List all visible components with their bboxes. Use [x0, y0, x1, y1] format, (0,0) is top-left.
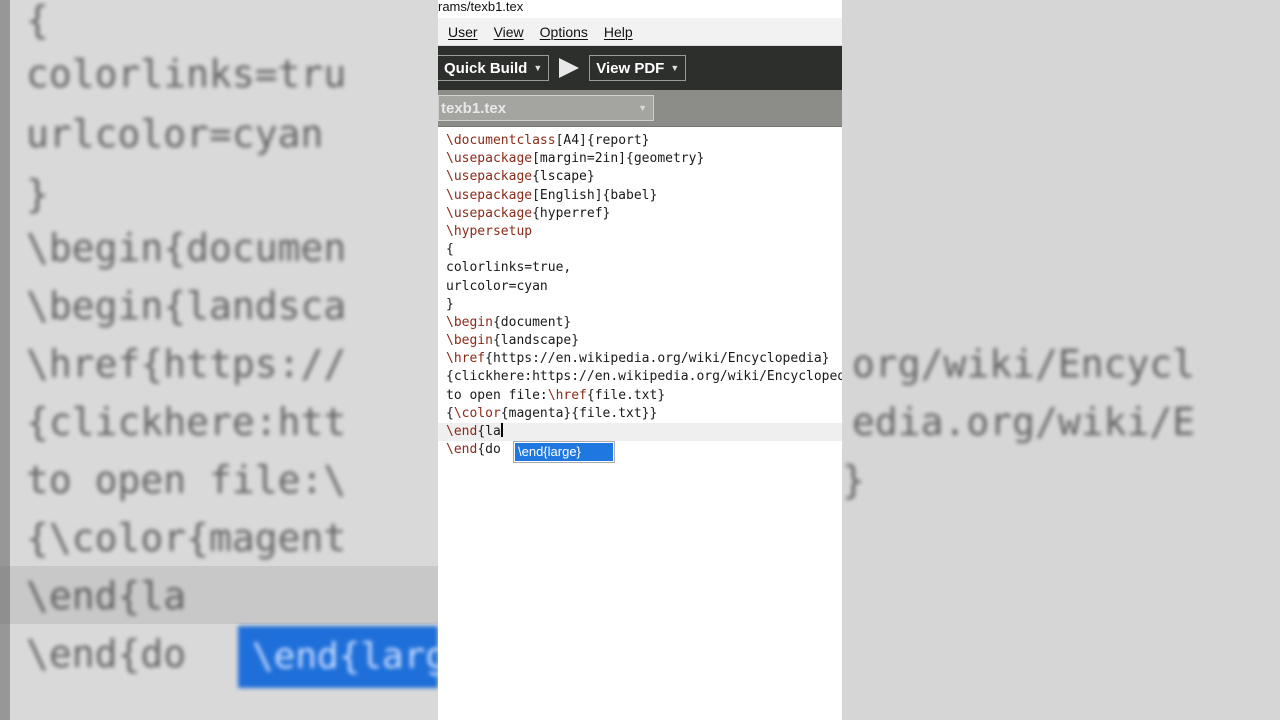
- run-icon[interactable]: [559, 58, 580, 78]
- autocomplete-popup[interactable]: \end{large}: [513, 441, 615, 463]
- background-code-line: \end{la: [26, 574, 187, 618]
- code-line: \href{https://en.wikipedia.org/wiki/Ency…: [446, 351, 830, 367]
- code-lines: \documentclass[A4]{report} \usepackage[ma…: [438, 132, 842, 459]
- code-line: \begin{document}: [446, 314, 572, 330]
- background-code-line: urlcolor=cyan: [26, 112, 324, 156]
- window-title: rams/texb1.tex: [438, 0, 842, 18]
- background-code-line: \begin{landsca: [26, 284, 347, 328]
- background-code-line: }: [842, 458, 865, 502]
- background-code-line: colorlinks=tru: [26, 52, 347, 96]
- caret-down-icon: ▼: [638, 103, 647, 113]
- code-line: colorlinks=true,: [446, 260, 572, 276]
- background-code-line: {: [26, 0, 49, 42]
- code-line: }: [446, 296, 454, 312]
- menu-options[interactable]: Options: [540, 24, 588, 40]
- caret-down-icon: ▼: [533, 63, 543, 73]
- menu-help[interactable]: Help: [604, 24, 633, 40]
- background-code-line: \begin{documen: [26, 226, 347, 270]
- menu-view[interactable]: View: [494, 24, 524, 40]
- autocomplete-item[interactable]: \end{large}: [515, 443, 613, 461]
- code-line: to open file:\href{file.txt}: [446, 387, 666, 403]
- toolbar: Quick Build ▼ View PDF ▼: [438, 46, 842, 90]
- code-line: \begin{landscape}: [446, 333, 580, 349]
- file-name: texb1.tex: [441, 99, 507, 117]
- background-autocomplete-popup: \end{larg: [238, 626, 438, 688]
- menu-bar: User View Options Help: [438, 18, 842, 46]
- file-selector[interactable]: texb1.tex ▼: [438, 95, 654, 121]
- background-code-line: }: [26, 172, 49, 216]
- caret-down-icon: ▼: [670, 63, 680, 73]
- code-line: {: [446, 242, 454, 258]
- code-line: \usepackage[English]{babel}: [446, 187, 658, 203]
- code-line: \hypersetup: [446, 223, 533, 239]
- texmaker-window: rams/texb1.tex User View Options Help Qu…: [438, 0, 842, 720]
- quick-build-dropdown[interactable]: Quick Build ▼: [438, 55, 550, 81]
- code-editor[interactable]: \documentclass[A4]{report} \usepackage[ma…: [438, 127, 842, 463]
- background-right-zoom: org/wiki/Encycl edia.org/wiki/E}: [842, 0, 1280, 720]
- view-pdf-label: View PDF: [596, 59, 665, 77]
- code-line: \usepackage[margin=2in]{geometry}: [446, 151, 705, 167]
- file-tab-bar: texb1.tex ▼: [438, 90, 842, 127]
- background-code-line: \href{https://: [26, 342, 347, 386]
- background-code-line: {clickhere:htt: [26, 400, 347, 444]
- text-cursor: [500, 423, 503, 437]
- view-pdf-dropdown[interactable]: View PDF ▼: [589, 55, 687, 81]
- code-line: \end{la: [438, 423, 842, 442]
- code-line: \usepackage{lscape}: [446, 169, 595, 185]
- background-edge: [0, 0, 10, 720]
- background-code-line: to open file:\: [26, 458, 347, 502]
- background-code-line: \end{do: [26, 632, 187, 676]
- background-code-line: {\color{magent: [26, 516, 347, 560]
- background-code-line: edia.org/wiki/E: [852, 400, 1196, 444]
- code-line: \documentclass[A4]{report}: [446, 133, 650, 148]
- menu-user[interactable]: User: [448, 24, 478, 40]
- quick-build-label: Quick Build: [444, 59, 528, 77]
- code-line: \usepackage{hyperref}: [446, 205, 611, 221]
- code-line: {\color{magenta}{file.txt}}: [446, 405, 658, 421]
- background-code-line: org/wiki/Encycl: [852, 342, 1196, 386]
- code-line: \end{do: [446, 442, 501, 458]
- code-line: urlcolor=cyan: [446, 278, 548, 294]
- code-line: {clickhere:https://en.wikipedia.org/wiki…: [446, 369, 842, 385]
